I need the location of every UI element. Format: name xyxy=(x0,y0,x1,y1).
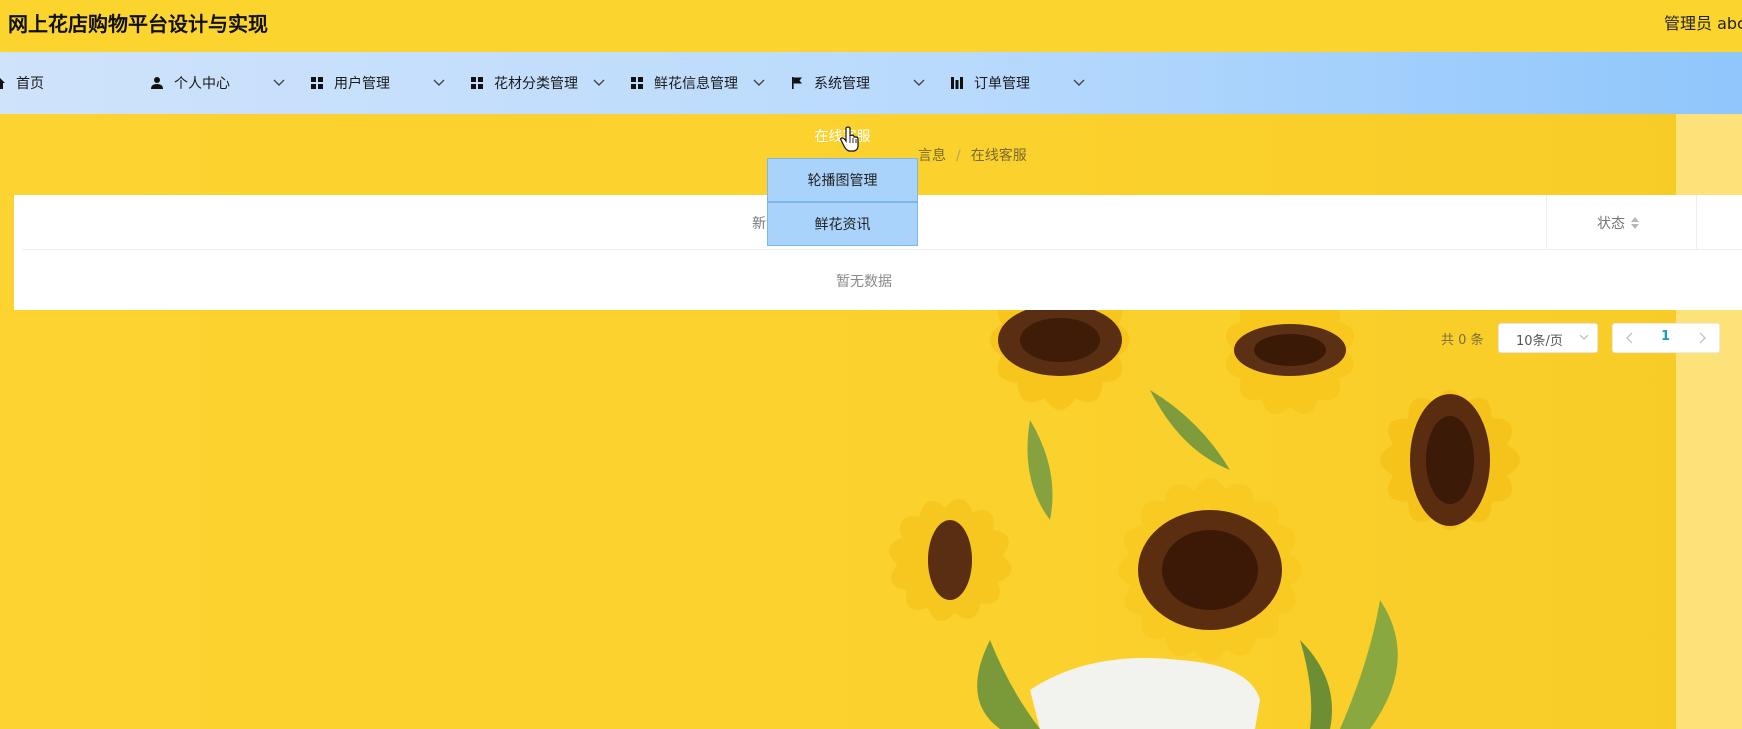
chevron-left-icon[interactable] xyxy=(1623,331,1637,345)
nav-item-label: 订单管理 xyxy=(974,76,1030,92)
nav-item-flower-info-management[interactable]: 鲜花信息管理 xyxy=(630,52,738,114)
nav-item-label: 系统管理 xyxy=(814,76,870,92)
chevron-down-icon[interactable] xyxy=(272,75,286,89)
sort-icon[interactable] xyxy=(1631,217,1639,229)
nav-item-label: 用户管理 xyxy=(334,76,390,92)
nav-item-home[interactable]: 首页 xyxy=(0,52,44,114)
home-icon xyxy=(0,78,5,89)
grid-icon xyxy=(631,77,643,89)
user-icon xyxy=(151,77,163,89)
site-title: 网上花店购物平台设计与实现 xyxy=(8,12,268,36)
column-divider xyxy=(1696,195,1697,249)
nav-item-label: 首页 xyxy=(16,76,44,92)
nav-item-system-management[interactable]: 系统管理 xyxy=(790,52,870,114)
breadcrumb-separator: / xyxy=(956,148,961,164)
column-header-label: 状态 xyxy=(1597,216,1625,232)
main-nav: 首页 个人中心 用户管理 花材分类管理 鲜花信息管理 系统管理 订单管理 xyxy=(0,52,1742,114)
nav-item-label: 鲜花信息管理 xyxy=(654,76,738,92)
column-divider xyxy=(1546,195,1547,249)
chevron-down-icon[interactable] xyxy=(912,75,926,89)
chevron-down-icon[interactable] xyxy=(432,75,446,89)
breadcrumb: 言息 / 在线客服 xyxy=(918,145,1027,165)
grid-icon xyxy=(471,77,483,89)
pagination-total: 共 0 条 xyxy=(1441,333,1484,348)
chevron-down-icon[interactable] xyxy=(752,75,766,89)
chart-icon xyxy=(951,77,963,89)
nav-item-personal-center[interactable]: 个人中心 xyxy=(150,52,230,114)
hand-cursor-icon xyxy=(840,126,859,152)
chevron-down-icon[interactable] xyxy=(1072,75,1086,89)
column-header-status[interactable]: 状态 xyxy=(1597,213,1639,233)
dropdown-item-carousel-management[interactable]: 轮播图管理 xyxy=(767,158,918,202)
page-number[interactable]: 1 xyxy=(1661,329,1670,344)
breadcrumb-current: 在线客服 xyxy=(970,148,1027,164)
nav-item-user-management[interactable]: 用户管理 xyxy=(310,52,390,114)
chevron-right-icon[interactable] xyxy=(1695,331,1709,345)
empty-state-text: 暂无数据 xyxy=(836,274,892,290)
chevron-down-icon[interactable] xyxy=(592,75,606,89)
nav-item-order-management[interactable]: 订单管理 xyxy=(950,52,1030,114)
chevron-down-icon xyxy=(1579,334,1589,340)
nav-item-flower-category-management[interactable]: 花材分类管理 xyxy=(470,52,578,114)
flag-icon xyxy=(792,77,802,89)
nav-item-label: 个人中心 xyxy=(174,76,230,92)
breadcrumb-parent[interactable]: 言息 xyxy=(918,148,946,164)
top-header: 网上花店购物平台设计与实现 管理员 abc xyxy=(0,0,1742,52)
current-user-label[interactable]: 管理员 abc xyxy=(1664,10,1742,34)
page-size-value: 10条/页 xyxy=(1516,334,1563,349)
page-size-select[interactable]: 10条/页 xyxy=(1498,323,1598,353)
grid-icon xyxy=(311,77,323,89)
nav-item-label: 花材分类管理 xyxy=(494,76,578,92)
pager: 1 xyxy=(1612,323,1720,353)
dropdown-item-flower-news[interactable]: 鲜花资讯 xyxy=(767,202,918,246)
